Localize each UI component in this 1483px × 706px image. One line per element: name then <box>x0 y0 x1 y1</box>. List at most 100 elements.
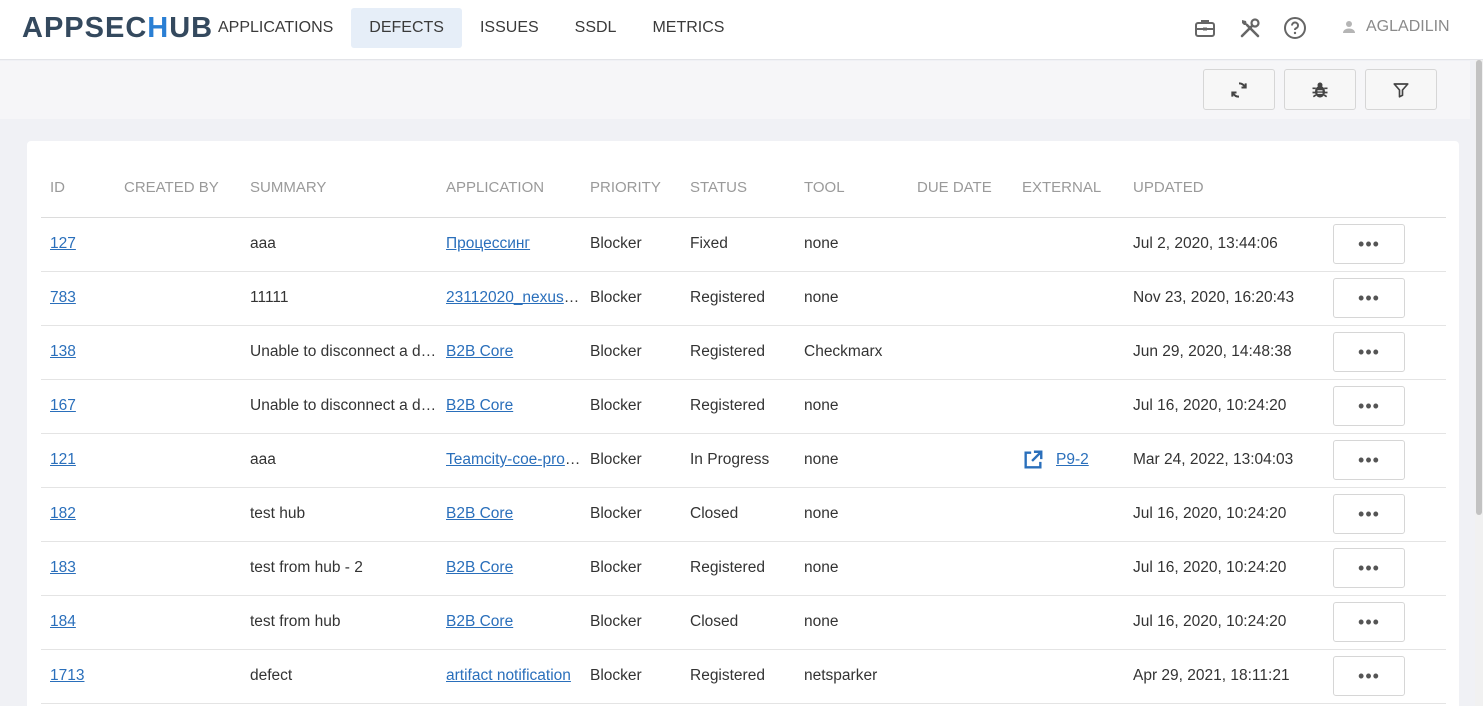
status: Fixed <box>681 217 795 272</box>
summary: test hub <box>241 487 437 542</box>
status: Closed <box>681 595 795 650</box>
tool: none <box>795 541 908 596</box>
created-by <box>115 649 241 704</box>
refresh-button[interactable] <box>1203 69 1275 110</box>
application-link[interactable]: Процессинг <box>446 235 530 252</box>
col-created-by[interactable]: CREATED BY <box>115 158 241 218</box>
due-date <box>908 271 1013 326</box>
external <box>1013 325 1124 380</box>
user-menu[interactable]: AGLADILIN <box>1340 18 1450 36</box>
defect-id-link[interactable]: 184 <box>50 613 76 630</box>
external <box>1013 595 1124 650</box>
application-link[interactable]: B2B Core <box>446 613 513 630</box>
application-link[interactable]: B2B Core <box>446 559 513 576</box>
defect-id-link[interactable]: 783 <box>50 289 76 306</box>
nav-ssdl[interactable]: SSDL <box>557 8 635 48</box>
status: Registered <box>681 379 795 434</box>
due-date <box>908 595 1013 650</box>
external: P9-2 <box>1013 433 1124 488</box>
application-link[interactable]: B2B Core <box>446 397 513 414</box>
status: Registered <box>681 649 795 704</box>
table-row: 167 Unable to disconnect a device B2B Co… <box>41 379 1446 434</box>
application-link[interactable]: artifact notification <box>446 667 571 684</box>
defect-id-link[interactable]: 127 <box>50 235 76 252</box>
summary: Unable to disconnect a device <box>241 379 437 434</box>
col-external[interactable]: EXTERNAL <box>1013 158 1124 218</box>
col-tool[interactable]: TOOL <box>795 158 908 218</box>
col-summary[interactable]: SUMMARY <box>241 158 437 218</box>
external-link-icon[interactable] <box>1022 449 1044 471</box>
more-actions-button[interactable]: ••• <box>1333 386 1405 426</box>
due-date <box>908 379 1013 434</box>
created-by <box>115 271 241 326</box>
top-bar: APPSECHUB APPLICATIONS DEFECTS ISSUES SS… <box>0 0 1483 60</box>
priority: Blocker <box>581 271 681 326</box>
application-link[interactable]: B2B Core <box>446 343 513 360</box>
col-id[interactable]: ID <box>41 158 115 218</box>
nav-metrics[interactable]: METRICS <box>634 8 742 48</box>
more-actions-button[interactable]: ••• <box>1333 656 1405 696</box>
nav-defects[interactable]: DEFECTS <box>351 8 462 48</box>
priority: Blocker <box>581 325 681 380</box>
defect-id-link[interactable]: 167 <box>50 397 76 414</box>
col-application[interactable]: APPLICATION <box>437 158 581 218</box>
due-date <box>908 217 1013 272</box>
application-link[interactable]: 23112020_nexus_app <box>446 289 581 306</box>
tools-icon[interactable] <box>1238 16 1262 40</box>
priority: Blocker <box>581 487 681 542</box>
more-actions-button[interactable]: ••• <box>1333 224 1405 264</box>
application-link[interactable]: B2B Core <box>446 505 513 522</box>
summary: test from hub - 2 <box>241 541 437 596</box>
updated: Nov 23, 2020, 16:20:43 <box>1124 271 1333 326</box>
defect-id-link[interactable]: 183 <box>50 559 76 576</box>
filter-button[interactable] <box>1365 69 1437 110</box>
tool: Checkmarx <box>795 325 908 380</box>
status: Registered <box>681 541 795 596</box>
help-icon[interactable] <box>1283 16 1307 40</box>
defects-table: ID CREATED BY SUMMARY APPLICATION PRIORI… <box>41 158 1446 704</box>
external-issue-link[interactable]: P9-2 <box>1056 451 1089 469</box>
nav-applications[interactable]: APPLICATIONS <box>200 8 351 48</box>
scrollbar-thumb[interactable] <box>1476 60 1482 515</box>
col-due-date[interactable]: DUE DATE <box>908 158 1013 218</box>
priority: Blocker <box>581 595 681 650</box>
col-updated[interactable]: UPDATED <box>1124 158 1333 218</box>
defect-id-link[interactable]: 182 <box>50 505 76 522</box>
due-date <box>908 649 1013 704</box>
refresh-icon <box>1231 81 1247 98</box>
table-row: 127 aaa Процессинг Blocker Fixed none Ju… <box>41 217 1446 272</box>
status: Registered <box>681 325 795 380</box>
more-actions-button[interactable]: ••• <box>1333 494 1405 534</box>
defect-id-link[interactable]: 138 <box>50 343 76 360</box>
briefcase-icon[interactable] <box>1193 16 1217 40</box>
username-label: AGLADILIN <box>1366 18 1450 35</box>
tool: none <box>795 379 908 434</box>
table-header: ID CREATED BY SUMMARY APPLICATION PRIORI… <box>41 158 1446 218</box>
bug-button[interactable] <box>1284 69 1356 110</box>
defect-id-link[interactable]: 121 <box>50 451 76 468</box>
col-status[interactable]: STATUS <box>681 158 795 218</box>
summary: aaa <box>241 433 437 488</box>
more-actions-button[interactable]: ••• <box>1333 548 1405 588</box>
more-actions-button[interactable]: ••• <box>1333 602 1405 642</box>
bug-icon <box>1312 82 1328 97</box>
page-scrollbar[interactable] <box>1475 60 1483 706</box>
more-actions-button[interactable]: ••• <box>1333 278 1405 318</box>
more-actions-button[interactable]: ••• <box>1333 332 1405 372</box>
nav-issues[interactable]: ISSUES <box>462 8 557 48</box>
external <box>1013 271 1124 326</box>
appsechub-logo[interactable]: APPSECHUB <box>22 12 213 45</box>
table-row: 138 Unable to disconnect a device B2B Co… <box>41 325 1446 380</box>
filter-icon <box>1393 82 1409 98</box>
more-actions-button[interactable]: ••• <box>1333 440 1405 480</box>
application-link[interactable]: Teamcity-coe-project <box>446 451 581 468</box>
created-by <box>115 217 241 272</box>
defect-id-link[interactable]: 1713 <box>50 667 84 684</box>
table-row: 1713 defect artifact notification Blocke… <box>41 649 1446 704</box>
status: Registered <box>681 271 795 326</box>
col-priority[interactable]: PRIORITY <box>581 158 681 218</box>
due-date <box>908 433 1013 488</box>
tool: none <box>795 595 908 650</box>
external <box>1013 487 1124 542</box>
created-by <box>115 541 241 596</box>
